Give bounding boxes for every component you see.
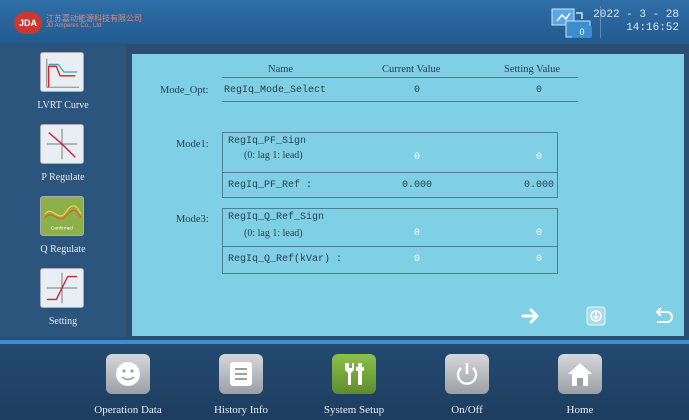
arrow-right-icon[interactable] (520, 305, 542, 327)
sidebar-item-lvrt-curve[interactable]: LVRT Curve (0, 48, 126, 120)
return-icon[interactable] (652, 305, 674, 327)
sidebar-item-label: Q Regulate (40, 244, 86, 255)
pf-sign-setting[interactable]: 0 (504, 152, 574, 163)
pf-ref-current: 0.000 (401, 180, 432, 191)
q-regulate-badge: Confirmed (51, 225, 73, 231)
q-regulate-icon: Confirmed (40, 196, 84, 236)
logo-badge: JDA (14, 12, 42, 34)
home-icon (558, 354, 602, 394)
time-text: 14:16:52 (626, 22, 679, 34)
mode3-label: Mode3: (176, 214, 209, 225)
header-bar: JDA 江苏嘉动能源科技有限公司 JD Amperes Co., Ltd 0 2… (0, 0, 689, 44)
pf-ref-name: RegIq_PF_Ref : (228, 180, 313, 191)
sidebar-item-label: LVRT Curve (37, 100, 89, 111)
sidebar: LVRT Curve P Regulate Confirmed Q Regula… (0, 44, 126, 337)
datetime-display: 2022 - 3 - 28 14:16:52 (593, 9, 679, 35)
lvrt-curve-icon (40, 52, 84, 92)
column-header-setting: Setting Value (504, 64, 561, 75)
company-logo: JDA 江苏嘉动能源科技有限公司 JD Amperes Co., Ltd (14, 12, 144, 34)
sidebar-item-p-regulate[interactable]: P Regulate (0, 120, 126, 192)
column-header-current: Current Value (382, 64, 441, 75)
nav-history-info[interactable]: History Info (186, 344, 296, 420)
q-ref-sign-hint: (0: lag 1: lead) (244, 228, 303, 239)
network-count-badge: 0 (572, 26, 592, 38)
pf-sign-name: RegIq_PF_Sign (228, 136, 307, 147)
pf-ref-setting[interactable]: 0.000 (504, 180, 574, 191)
sidebar-item-q-regulate[interactable]: Confirmed Q Regulate (0, 192, 126, 264)
q-ref-name: RegIq_Q_Ref(kVar) : (228, 254, 343, 265)
parameter-panel: Name Current Value Setting Value Mode_Op… (132, 54, 684, 336)
mode-opt-label: Mode_Opt: (160, 85, 209, 96)
mode-select-name: RegIq_Mode_Select (224, 85, 327, 96)
q-ref-setting[interactable]: 0 (504, 254, 574, 265)
download-icon[interactable] (585, 305, 607, 327)
date-text: 2022 - 3 - 28 (593, 9, 679, 21)
pf-sign-hint: (0: lag 1: lead) (244, 150, 303, 161)
nav-system-setup[interactable]: System Setup (299, 344, 409, 420)
q-ref-current: 0 (413, 254, 420, 265)
mode-select-setting[interactable]: 0 (504, 85, 574, 96)
sidebar-item-label: P Regulate (41, 172, 85, 183)
operation-data-icon (106, 354, 150, 394)
nav-operation-data[interactable]: Operation Data (73, 344, 183, 420)
q-ref-sign-name: RegIq_Q_Ref_Sign (228, 212, 325, 223)
setting-icon (40, 268, 84, 308)
nav-label: On/Off (451, 404, 483, 416)
bottom-nav: Operation Data History Info System Setup (0, 340, 689, 420)
nav-label: System Setup (323, 404, 385, 416)
nav-on-off[interactable]: On/Off (412, 344, 522, 420)
mode3-row-divider (222, 246, 558, 247)
mode1-label: Mode1: (176, 139, 209, 150)
p-regulate-icon (40, 124, 84, 164)
nav-label: Home (566, 404, 594, 416)
mode-opt-underline (222, 101, 578, 102)
power-icon (445, 354, 489, 394)
pf-sign-current: 0 (413, 152, 420, 163)
sidebar-item-label: Setting (48, 316, 78, 327)
nav-label: Operation Data (94, 404, 162, 416)
column-header-name: Name (268, 64, 294, 75)
mode1-row-divider (222, 172, 558, 173)
history-info-icon (219, 354, 263, 394)
nav-home[interactable]: Home (525, 344, 635, 420)
nav-label: History Info (213, 404, 269, 416)
q-ref-sign-setting[interactable]: 0 (504, 228, 574, 239)
logo-company-name-en: JD Amperes Co., Ltd (46, 23, 102, 29)
sidebar-item-setting[interactable]: Setting (0, 264, 126, 336)
system-setup-icon (332, 354, 376, 394)
q-ref-sign-current: 0 (413, 228, 420, 239)
header-divider-line (222, 77, 578, 78)
mode-select-current: 0 (413, 85, 420, 96)
